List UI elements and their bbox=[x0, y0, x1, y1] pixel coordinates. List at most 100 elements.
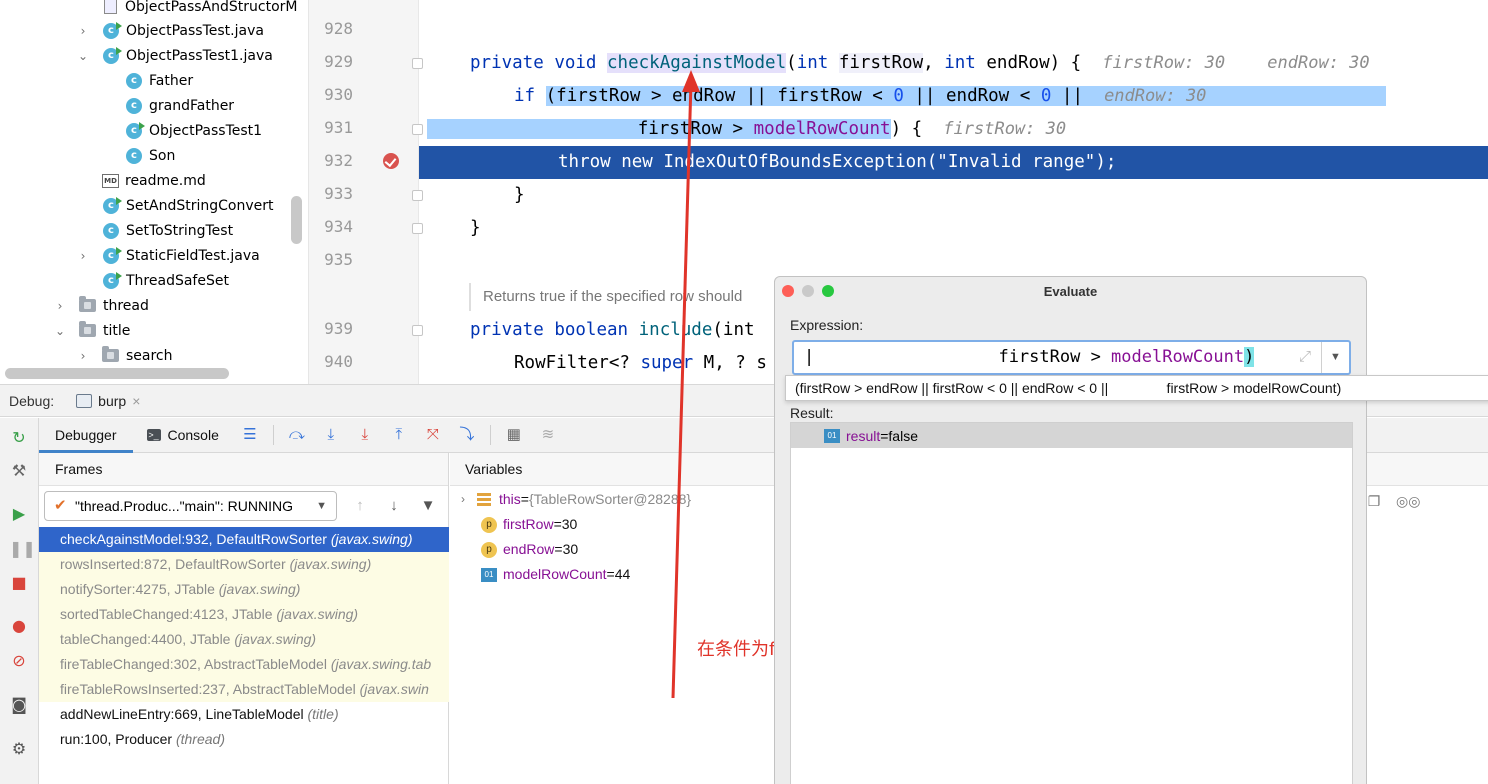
close-icon[interactable]: × bbox=[132, 393, 140, 409]
expression-input[interactable]: | firstRow > modelRowCount) ⤢ ▼ bbox=[792, 340, 1351, 375]
tree-item-label: readme.md bbox=[125, 172, 206, 189]
view-breakpoints-icon[interactable]: ● bbox=[9, 616, 29, 636]
mute-breakpoints-icon[interactable]: ⊘ bbox=[9, 651, 29, 671]
filter-icon[interactable]: ▼ bbox=[418, 496, 438, 516]
tree-item[interactable]: c ThreadSafeSet bbox=[103, 268, 229, 293]
tree-item[interactable]: › c ObjectPassTest.java bbox=[75, 18, 264, 43]
editor-gutter[interactable]: 928 929 930 931 932 933 934 935 939 940 bbox=[309, 0, 423, 384]
evaluate-expression-icon[interactable]: ▦ bbox=[503, 424, 525, 446]
step-over-icon[interactable]: ⤼ bbox=[286, 424, 308, 446]
tree-item[interactable]: c SetAndStringConvert bbox=[103, 193, 273, 218]
pause-icon[interactable]: ❚❚ bbox=[9, 539, 36, 559]
variable-row[interactable]: 01 modelRowCount = 44 bbox=[481, 562, 630, 587]
close-window-icon[interactable] bbox=[782, 285, 794, 297]
zoom-window-icon[interactable] bbox=[822, 285, 834, 297]
java-class-icon: c bbox=[103, 196, 122, 214]
result-row[interactable]: 01 result = false bbox=[791, 423, 1352, 448]
line-number: 932 bbox=[324, 151, 353, 170]
resume-icon[interactable]: ▶ bbox=[9, 504, 29, 524]
tree-item[interactable]: MD readme.md bbox=[102, 168, 206, 193]
code-token: RowFilter<? bbox=[514, 353, 641, 373]
code-line-931: firstRow > modelRowCount) { firstRow: 30 bbox=[419, 113, 1488, 146]
step-out-icon[interactable]: ⤒ bbox=[388, 424, 410, 446]
step-into-icon[interactable]: ⤓ bbox=[320, 424, 342, 446]
frame-row[interactable]: checkAgainstModel:932, DefaultRowSorter … bbox=[39, 527, 449, 552]
tree-item[interactable]: c Son bbox=[126, 143, 175, 168]
frame-row[interactable]: sortedTableChanged:4123, JTable (javax.s… bbox=[39, 602, 449, 627]
stop-icon[interactable]: ■ bbox=[9, 573, 29, 593]
rerun-icon[interactable]: ↻ bbox=[9, 428, 29, 448]
minimize-window-icon[interactable] bbox=[802, 285, 814, 297]
chevron-right-icon[interactable]: › bbox=[52, 299, 68, 313]
debug-session-tab[interactable]: burp × bbox=[76, 393, 140, 409]
frame-method: rowsInserted:872, DefaultRowSorter bbox=[60, 556, 290, 572]
breakpoint-icon[interactable] bbox=[383, 153, 399, 169]
expand-icon[interactable]: ⤢ bbox=[1299, 348, 1311, 365]
code-line-929: private void checkAgainstModel(int first… bbox=[419, 47, 1488, 80]
variable-row[interactable]: p endRow = 30 bbox=[481, 537, 578, 562]
tree-item[interactable]: c ObjectPassTest1 bbox=[126, 118, 262, 143]
tree-horizontal-scrollbar[interactable] bbox=[5, 368, 229, 379]
tree-vertical-scrollbar[interactable] bbox=[291, 196, 302, 244]
tree-item[interactable]: › search bbox=[75, 343, 173, 368]
code-token: (firstRow > endRow || firstRow < bbox=[545, 86, 894, 106]
variable-equals: = bbox=[606, 566, 615, 582]
watches-glasses-icon[interactable]: ◎◎ bbox=[1396, 493, 1420, 511]
execution-line: throw new IndexOutOfBoundsException("Inv… bbox=[419, 146, 1488, 179]
chevron-down-icon[interactable]: ⌄ bbox=[52, 324, 68, 338]
chevron-right-icon[interactable]: › bbox=[75, 249, 91, 263]
tree-item[interactable]: c grandFather bbox=[126, 93, 234, 118]
tab-console[interactable]: >_ Console bbox=[133, 427, 233, 443]
parameter-icon: p bbox=[481, 541, 497, 558]
frame-row[interactable]: fireTableRowsInserted:237, AbstractTable… bbox=[39, 677, 449, 702]
tree-item[interactable]: ⌄ title bbox=[52, 318, 130, 343]
expression-completion-popup[interactable]: (firstRow > endRow || firstRow < 0 || en… bbox=[785, 375, 1488, 401]
code-token: , bbox=[923, 53, 934, 73]
field-name: modelRowCount bbox=[753, 119, 891, 139]
tree-item[interactable]: c SetToStringTest bbox=[103, 218, 233, 243]
tree-item[interactable]: ⌄ c ObjectPassTest1.java bbox=[75, 43, 273, 68]
arrow-up-icon[interactable]: ↑ bbox=[350, 496, 370, 516]
code-line-934: } bbox=[419, 212, 1488, 245]
thread-selector[interactable]: ✔ "thread.Produc..."main": RUNNING ▼ bbox=[44, 491, 337, 521]
evaluate-dialog: Evaluate Expression: | firstRow > modelR… bbox=[774, 276, 1367, 784]
frame-row[interactable]: run:100, Producer (thread) bbox=[39, 727, 449, 752]
code-token: ( bbox=[786, 53, 797, 73]
code-token: } bbox=[514, 185, 525, 205]
checkmark-icon: ✔ bbox=[54, 497, 67, 514]
frame-row[interactable]: notifySorter:4275, JTable (javax.swing) bbox=[39, 577, 449, 602]
tree-item[interactable]: › c StaticFieldTest.java bbox=[75, 243, 260, 268]
tree-item[interactable]: c Father bbox=[126, 68, 193, 93]
expression-field: modelRowCount bbox=[1111, 347, 1245, 367]
chevron-down-icon[interactable]: ⌄ bbox=[75, 49, 91, 63]
thread-selector-value: "thread.Produc..."main": RUNNING bbox=[75, 498, 293, 514]
gear-icon[interactable]: ⚙ bbox=[9, 739, 29, 759]
tree-item-label: Son bbox=[149, 147, 176, 164]
arrow-down-icon[interactable]: ↓ bbox=[384, 496, 404, 516]
camera-icon[interactable]: ◙ bbox=[9, 695, 29, 715]
frame-package: (javax.swing) bbox=[218, 581, 301, 597]
copy-icon[interactable]: ❐ bbox=[1364, 493, 1384, 511]
force-step-into-icon[interactable]: ⤓ bbox=[354, 424, 376, 446]
tree-item-label: ObjectPassTest1.java bbox=[126, 47, 273, 64]
chevron-right-icon[interactable]: › bbox=[75, 24, 91, 38]
variable-row[interactable]: › this = {TableRowSorter@28288} bbox=[455, 487, 691, 512]
trace-icon[interactable]: ≋ bbox=[537, 424, 559, 446]
history-dropdown-icon[interactable]: ▼ bbox=[1321, 342, 1349, 373]
frame-row[interactable]: fireTableChanged:302, AbstractTableModel… bbox=[39, 652, 449, 677]
run-to-cursor-icon[interactable]: ⤵ bbox=[456, 424, 478, 446]
frame-row[interactable]: addNewLineEntry:669, LineTableModel (tit… bbox=[39, 702, 449, 727]
tab-debugger[interactable]: Debugger bbox=[39, 418, 133, 453]
tree-item[interactable]: › thread bbox=[52, 293, 149, 318]
frame-row[interactable]: tableChanged:4400, JTable (javax.swing) bbox=[39, 627, 449, 652]
variable-row[interactable]: p firstRow = 30 bbox=[481, 512, 577, 537]
settings-wrench-icon[interactable]: ⚒ bbox=[9, 461, 29, 481]
frame-row[interactable]: rowsInserted:872, DefaultRowSorter (java… bbox=[39, 552, 449, 577]
chevron-right-icon[interactable]: › bbox=[455, 487, 471, 512]
tree-item[interactable]: ObjectPassAndStructorM bbox=[104, 0, 298, 19]
frame-package: (thread) bbox=[175, 731, 225, 747]
chevron-right-icon[interactable]: › bbox=[75, 349, 91, 363]
show-execution-point-icon[interactable]: ☰ bbox=[239, 424, 261, 446]
drop-frame-icon[interactable]: ⤧ bbox=[422, 424, 444, 446]
chevron-down-icon: ▼ bbox=[316, 500, 327, 512]
